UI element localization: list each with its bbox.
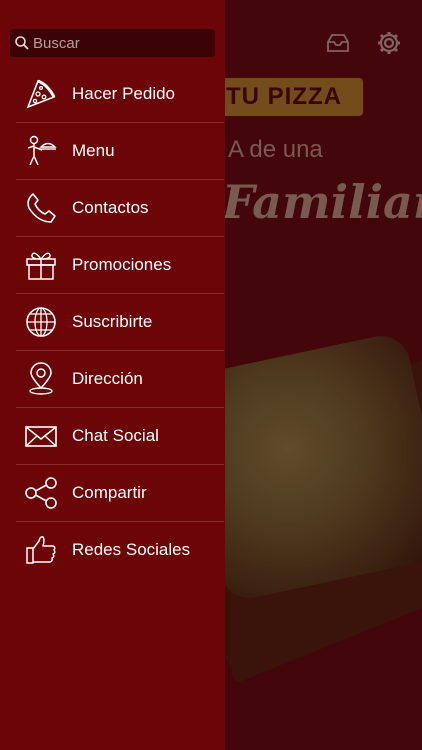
menu-item-chat-social[interactable]: Chat Social [16,408,224,465]
search-bar[interactable] [10,29,215,57]
thumbs-up-icon [24,533,58,567]
waiter-icon [24,134,58,168]
globe-icon [24,305,58,339]
menu-item-label: Promociones [72,255,172,274]
menu-item-label: Chat Social [72,426,159,445]
menu-item-promociones[interactable]: Promociones [16,237,224,294]
pizza-slice-icon [24,77,58,111]
menu-item-label: Dirección [72,369,143,388]
search-icon [15,36,29,50]
menu-item-contactos[interactable]: Contactos [16,180,224,237]
menu-item-suscribirte[interactable]: Suscribirte [16,294,224,351]
menu-item-label: Suscribirte [72,312,153,331]
menu-item-direccion[interactable]: Dirección [16,351,224,408]
location-pin-icon [24,362,58,396]
menu-item-label: Redes Sociales [72,540,191,559]
drawer-menu: Hacer Pedido Menu Contactos Promociones … [16,66,224,578]
gift-icon [24,248,58,282]
menu-item-hacer-pedido[interactable]: Hacer Pedido [16,66,224,123]
menu-item-label: Hacer Pedido [72,84,176,103]
share-icon [24,476,58,510]
menu-item-compartir[interactable]: Compartir [16,465,224,522]
menu-item-redes-sociales[interactable]: Redes Sociales [16,522,224,578]
menu-item-label: Compartir [72,483,147,502]
menu-item-menu[interactable]: Menu [16,123,224,180]
phone-icon [24,191,58,225]
search-input[interactable] [30,34,203,52]
envelope-icon [24,419,58,453]
menu-item-label: Menu [72,141,115,160]
side-drawer: Hacer Pedido Menu Contactos Promociones … [0,0,225,750]
menu-item-label: Contactos [72,198,149,217]
